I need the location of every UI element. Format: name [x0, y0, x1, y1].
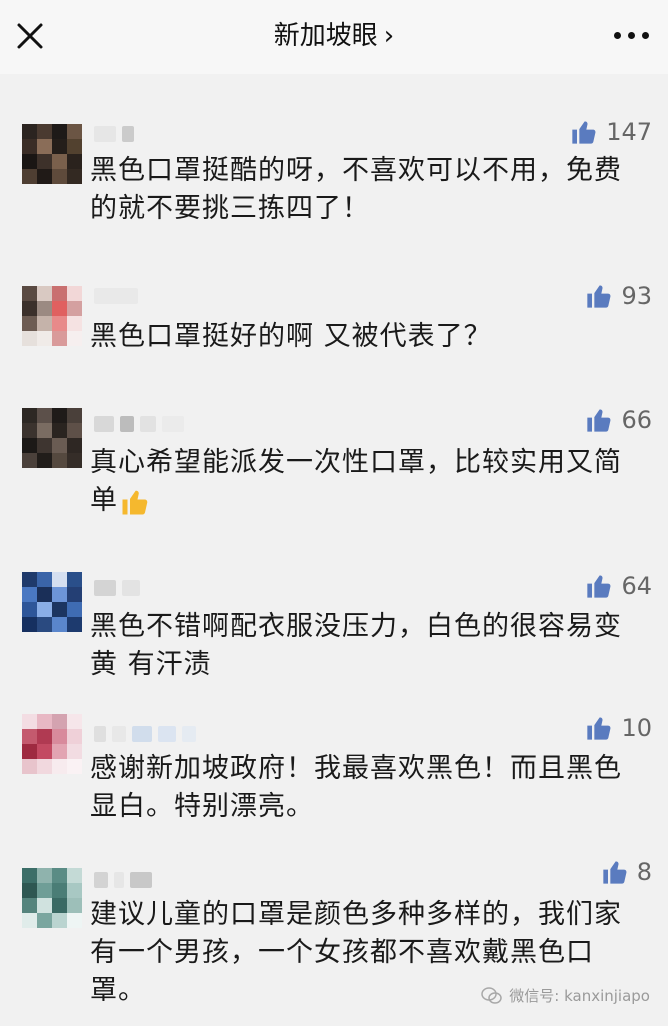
like-button[interactable]: 10	[585, 714, 652, 742]
thumbs-up-icon	[587, 717, 611, 740]
thumbs-up-icon	[572, 121, 596, 144]
account-title: 新加坡眼	[273, 21, 378, 51]
thumbs-up-icon	[587, 575, 611, 598]
like-count: 66	[621, 406, 652, 434]
comment-item: 64 黑色不错啊配衣服没压力，白色的很容易变黄 有汗渍	[0, 572, 668, 692]
like-button[interactable]: 64	[585, 572, 652, 600]
avatar	[22, 572, 82, 632]
username-blurred	[94, 870, 152, 890]
username-blurred	[94, 414, 184, 434]
thumbs-up-icon	[587, 409, 611, 432]
like-count: 64	[621, 572, 652, 600]
comment-text: 黑色不错啊配衣服没压力，白色的很容易变黄 有汗渍	[90, 611, 622, 680]
avatar	[22, 286, 82, 346]
comment-item: 10 感谢新加坡政府！我最喜欢黑色！而且黑色显白。特别漂亮。	[0, 714, 668, 834]
account-title-link[interactable]: 新加坡眼 ›	[0, 18, 668, 54]
watermark-text: 微信号: kanxinjiapo	[509, 987, 650, 1005]
like-count: 8	[636, 858, 652, 886]
comment-text: 真心希望能派发一次性口罩，比较实用又简单	[90, 444, 640, 520]
thumbs-up-emoji	[122, 490, 148, 514]
avatar	[22, 408, 82, 468]
comment-text: 黑色口罩挺好的啊 又被代表了？	[90, 321, 492, 352]
wechat-icon	[481, 986, 503, 1004]
top-bar: 新加坡眼 ›	[0, 0, 668, 74]
like-button[interactable]: 147	[570, 118, 652, 146]
watermark: 微信号: kanxinjiapo	[481, 985, 650, 1006]
comment-item: 93 黑色口罩挺好的啊 又被代表了？	[0, 282, 668, 382]
avatar	[22, 868, 82, 928]
thumbs-up-icon	[603, 861, 627, 884]
like-button[interactable]: 8	[601, 858, 652, 886]
comment-text-content: 真心希望能派发一次性口罩，比较实用又简单	[90, 447, 622, 516]
comment-item: 66 真心希望能派发一次性口罩，比较实用又简单	[0, 406, 668, 536]
username-blurred	[94, 724, 196, 744]
comment-item: 147 黑色口罩挺酷的呀，不喜欢可以不用，免费的就不要挑三拣四了！	[0, 118, 668, 248]
like-button[interactable]: 93	[585, 282, 652, 310]
avatar	[22, 714, 82, 774]
like-count: 147	[606, 118, 652, 146]
username-blurred	[94, 124, 134, 144]
like-count: 10	[621, 714, 652, 742]
avatar	[22, 124, 82, 184]
more-icon[interactable]	[614, 30, 650, 42]
comment-text: 黑色口罩挺酷的呀，不喜欢可以不用，免费的就不要挑三拣四了！	[90, 155, 622, 224]
username-blurred	[94, 578, 140, 598]
chevron-right-icon: ›	[383, 21, 395, 51]
comment-text: 感谢新加坡政府！我最喜欢黑色！而且黑色显白。特别漂亮。	[90, 753, 622, 822]
thumbs-up-icon	[587, 285, 611, 308]
like-count: 93	[621, 282, 652, 310]
username-blurred	[94, 286, 138, 306]
like-button[interactable]: 66	[585, 406, 652, 434]
